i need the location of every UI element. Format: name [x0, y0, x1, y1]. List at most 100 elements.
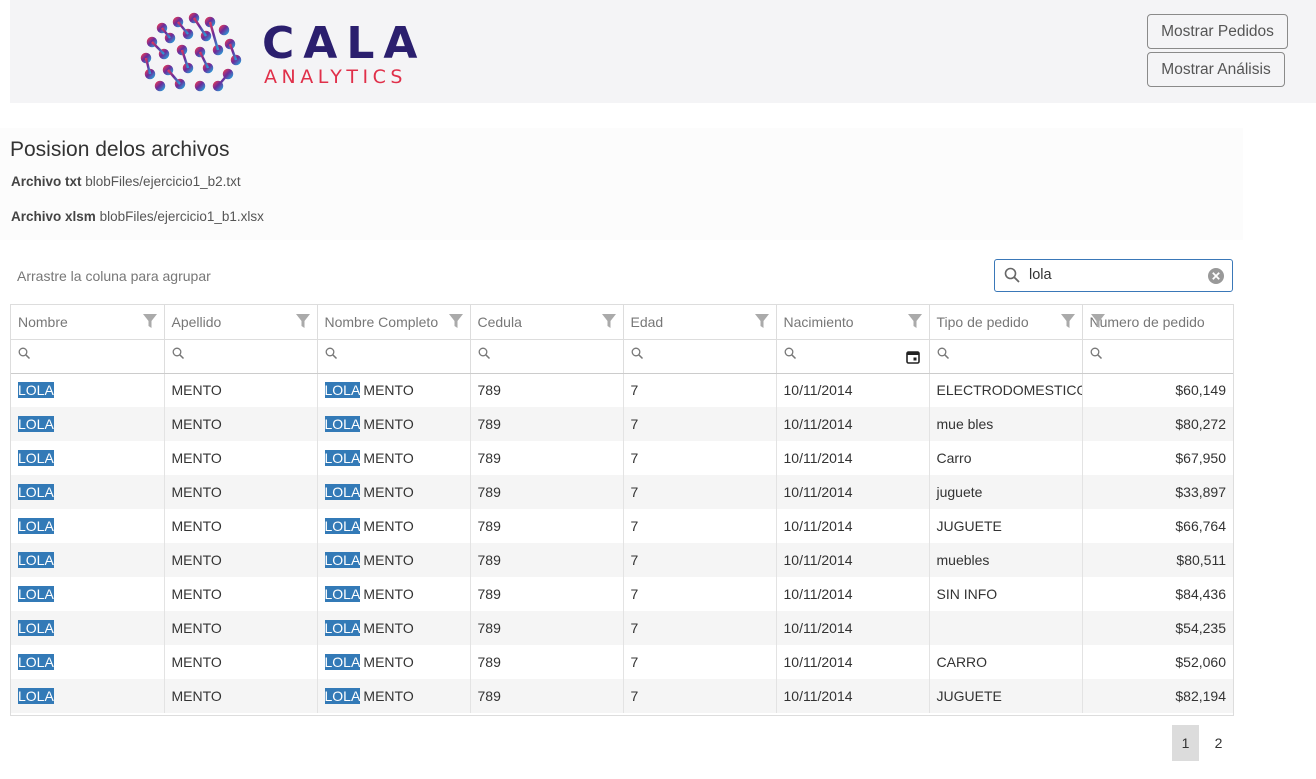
table-cell[interactable]: MENTO	[164, 373, 318, 407]
table-cell[interactable]: LOLA MENTO	[317, 373, 471, 407]
table-cell[interactable]: 10/11/2014	[776, 441, 930, 475]
table-cell[interactable]: 7	[623, 543, 777, 577]
column-header-edad[interactable]: Edad	[623, 305, 777, 340]
filter-icon[interactable]	[142, 314, 157, 328]
table-cell[interactable]: 10/11/2014	[776, 543, 930, 577]
show-analysis-button[interactable]: Mostrar Análisis	[1147, 52, 1285, 87]
search-input[interactable]	[1029, 265, 1199, 285]
table-cell[interactable]: 7	[623, 373, 777, 407]
table-cell[interactable]: 789	[470, 373, 624, 407]
table-cell[interactable]: $80,511	[1082, 543, 1233, 577]
column-header-tipo-pedido[interactable]: Tipo de pedido	[929, 305, 1083, 340]
column-filter-cell[interactable]	[1082, 339, 1233, 374]
table-cell[interactable]: MENTO	[164, 475, 318, 509]
filter-icon[interactable]	[1060, 314, 1075, 328]
table-cell[interactable]: 10/11/2014	[776, 509, 930, 543]
table-cell[interactable]: MENTO	[164, 543, 318, 577]
table-cell[interactable]: 7	[623, 441, 777, 475]
page-1-button[interactable]: 1	[1172, 725, 1199, 761]
table-cell[interactable]: Carro	[929, 441, 1083, 475]
table-cell[interactable]: LOLA MENTO	[317, 475, 471, 509]
table-cell[interactable]: 7	[623, 611, 777, 645]
table-cell[interactable]: 789	[470, 645, 624, 679]
table-cell[interactable]: 10/11/2014	[776, 577, 930, 611]
table-cell[interactable]: ELECTRODOMESTICO	[929, 373, 1083, 407]
table-row[interactable]: LOLA MENTO LOLA MENTO 789 7 10/11/2014 muebles…	[11, 543, 1233, 577]
table-cell[interactable]: juguete	[929, 475, 1083, 509]
table-cell[interactable]: 789	[470, 611, 624, 645]
grid-search-box[interactable]	[994, 259, 1233, 292]
table-cell[interactable]: LOLA	[11, 577, 165, 611]
table-cell[interactable]: 7	[623, 475, 777, 509]
table-cell[interactable]: LOLA	[11, 373, 165, 407]
column-filter-cell[interactable]	[470, 339, 624, 374]
column-header-nombre[interactable]: Nombre	[11, 305, 165, 340]
calendar-icon[interactable]	[905, 350, 920, 364]
table-cell[interactable]: LOLA MENTO	[317, 441, 471, 475]
table-cell[interactable]: 789	[470, 475, 624, 509]
table-row[interactable]: LOLA MENTO LOLA MENTO 789 7 10/11/2014 $54,235	[11, 611, 1233, 645]
table-cell[interactable]: 10/11/2014	[776, 645, 930, 679]
table-cell[interactable]: $67,950	[1082, 441, 1233, 475]
table-cell[interactable]: muebles	[929, 543, 1083, 577]
filter-icon[interactable]	[754, 314, 769, 328]
table-row[interactable]: LOLA MENTO LOLA MENTO 789 7 10/11/2014 CARRO $5…	[11, 645, 1233, 679]
column-filter-cell[interactable]	[929, 339, 1083, 374]
group-panel-hint[interactable]: Arrastre la coluna para agrupar	[17, 268, 211, 284]
table-cell[interactable]: $80,272	[1082, 407, 1233, 441]
column-header-nacimiento[interactable]: Nacimiento	[776, 305, 930, 340]
table-cell[interactable]: LOLA MENTO	[317, 679, 471, 713]
table-cell[interactable]: LOLA	[11, 509, 165, 543]
table-cell[interactable]: MENTO	[164, 441, 318, 475]
table-cell[interactable]: mue bles	[929, 407, 1083, 441]
table-cell[interactable]: 7	[623, 407, 777, 441]
table-cell[interactable]: MENTO	[164, 611, 318, 645]
filter-icon[interactable]	[1090, 314, 1105, 328]
table-cell[interactable]: $33,897	[1082, 475, 1233, 509]
table-cell[interactable]: LOLA MENTO	[317, 407, 471, 441]
table-cell[interactable]: 789	[470, 679, 624, 713]
table-cell[interactable]: 789	[470, 407, 624, 441]
table-cell[interactable]: LOLA	[11, 543, 165, 577]
column-header-apellido[interactable]: Apellido	[164, 305, 318, 340]
filter-icon[interactable]	[601, 314, 616, 328]
filter-icon[interactable]	[295, 314, 310, 328]
filter-icon[interactable]	[907, 314, 922, 328]
table-cell[interactable]: 7	[623, 509, 777, 543]
show-orders-button[interactable]: Mostrar Pedidos	[1147, 14, 1288, 49]
table-cell[interactable]: MENTO	[164, 645, 318, 679]
table-cell[interactable]: 789	[470, 441, 624, 475]
column-filter-cell[interactable]	[164, 339, 318, 374]
column-filter-cell[interactable]	[11, 339, 165, 374]
table-cell[interactable]: LOLA MENTO	[317, 543, 471, 577]
table-cell[interactable]: LOLA	[11, 645, 165, 679]
column-header-nombre-completo[interactable]: Nombre Completo	[317, 305, 471, 340]
table-cell[interactable]: 10/11/2014	[776, 407, 930, 441]
table-row[interactable]: LOLA MENTO LOLA MENTO 789 7 10/11/2014 JUGUETE…	[11, 679, 1233, 713]
table-row[interactable]: LOLA MENTO LOLA MENTO 789 7 10/11/2014 SIN INF…	[11, 577, 1233, 611]
table-cell[interactable]: 7	[623, 679, 777, 713]
table-row[interactable]: LOLA MENTO LOLA MENTO 789 7 10/11/2014 Carro $6…	[11, 441, 1233, 475]
table-cell[interactable]: 789	[470, 543, 624, 577]
table-cell[interactable]: $52,060	[1082, 645, 1233, 679]
table-cell[interactable]: LOLA	[11, 679, 165, 713]
table-cell[interactable]: MENTO	[164, 577, 318, 611]
table-cell[interactable]: MENTO	[164, 407, 318, 441]
table-cell[interactable]: 789	[470, 509, 624, 543]
table-cell[interactable]: $84,436	[1082, 577, 1233, 611]
table-cell[interactable]: MENTO	[164, 509, 318, 543]
column-header-numero-pedido[interactable]: Numero de pedido	[1082, 305, 1233, 340]
table-cell[interactable]: $82,194	[1082, 679, 1233, 713]
table-cell[interactable]	[929, 611, 1083, 645]
table-row[interactable]: LOLA MENTO LOLA MENTO 789 7 10/11/2014 JUGUETE…	[11, 509, 1233, 543]
table-cell[interactable]: MENTO	[164, 679, 318, 713]
table-cell[interactable]: SIN INFO	[929, 577, 1083, 611]
table-cell[interactable]: 10/11/2014	[776, 679, 930, 713]
table-cell[interactable]: LOLA	[11, 407, 165, 441]
page-2-button[interactable]: 2	[1205, 725, 1232, 761]
column-filter-cell[interactable]	[623, 339, 777, 374]
table-cell[interactable]: LOLA MENTO	[317, 611, 471, 645]
table-cell[interactable]: LOLA MENTO	[317, 645, 471, 679]
table-cell[interactable]: LOLA MENTO	[317, 509, 471, 543]
table-cell[interactable]: 789	[470, 577, 624, 611]
